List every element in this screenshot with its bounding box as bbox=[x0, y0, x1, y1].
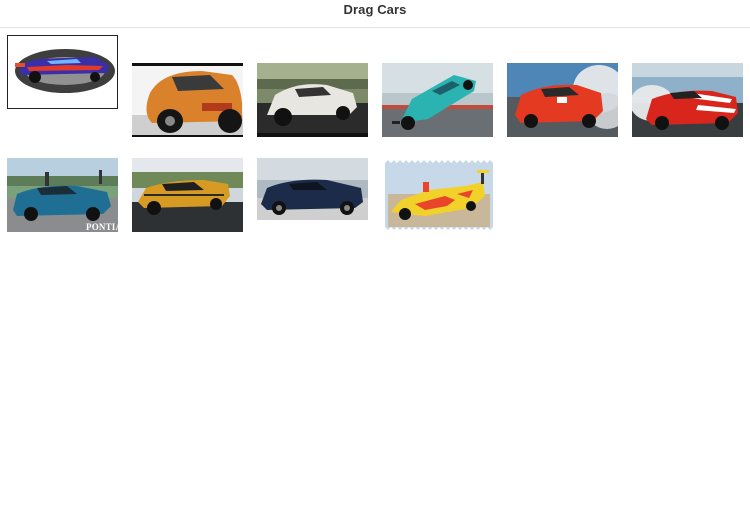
drag-car-thumbnail-6[interactable] bbox=[632, 63, 743, 137]
title-bar: Drag Cars bbox=[0, 0, 750, 28]
drag-car-thumbnail-7[interactable] bbox=[7, 158, 118, 232]
drag-car-thumbnail-5[interactable] bbox=[507, 63, 618, 137]
gold-chevelle-image bbox=[132, 158, 243, 232]
orange-coupe-image bbox=[132, 63, 243, 137]
dark-camaro-image bbox=[257, 158, 368, 220]
drag-car-thumbnail-10[interactable] bbox=[385, 160, 493, 230]
blue-pontiac-image bbox=[7, 158, 118, 232]
drag-car-thumbnail-4[interactable] bbox=[382, 63, 493, 137]
teal-wheelie-image bbox=[382, 63, 493, 137]
yellow-funny-car-image bbox=[385, 160, 493, 230]
drag-car-thumbnail-9[interactable] bbox=[257, 158, 368, 220]
drag-car-thumbnail-8[interactable] bbox=[132, 158, 243, 232]
red-camaro-burnout-image bbox=[507, 63, 618, 137]
white-coupe-image bbox=[257, 63, 368, 137]
drag-car-thumbnail-2[interactable] bbox=[132, 63, 243, 137]
pontiac-watermark: PONTIAC bbox=[86, 222, 129, 232]
page-title: Drag Cars bbox=[343, 2, 407, 17]
drag-car-thumbnail-1[interactable] bbox=[7, 35, 118, 109]
purple-funny-car-image bbox=[7, 35, 118, 109]
drag-car-thumbnail-3[interactable] bbox=[257, 63, 368, 137]
red-white-burnout-image bbox=[632, 63, 743, 137]
